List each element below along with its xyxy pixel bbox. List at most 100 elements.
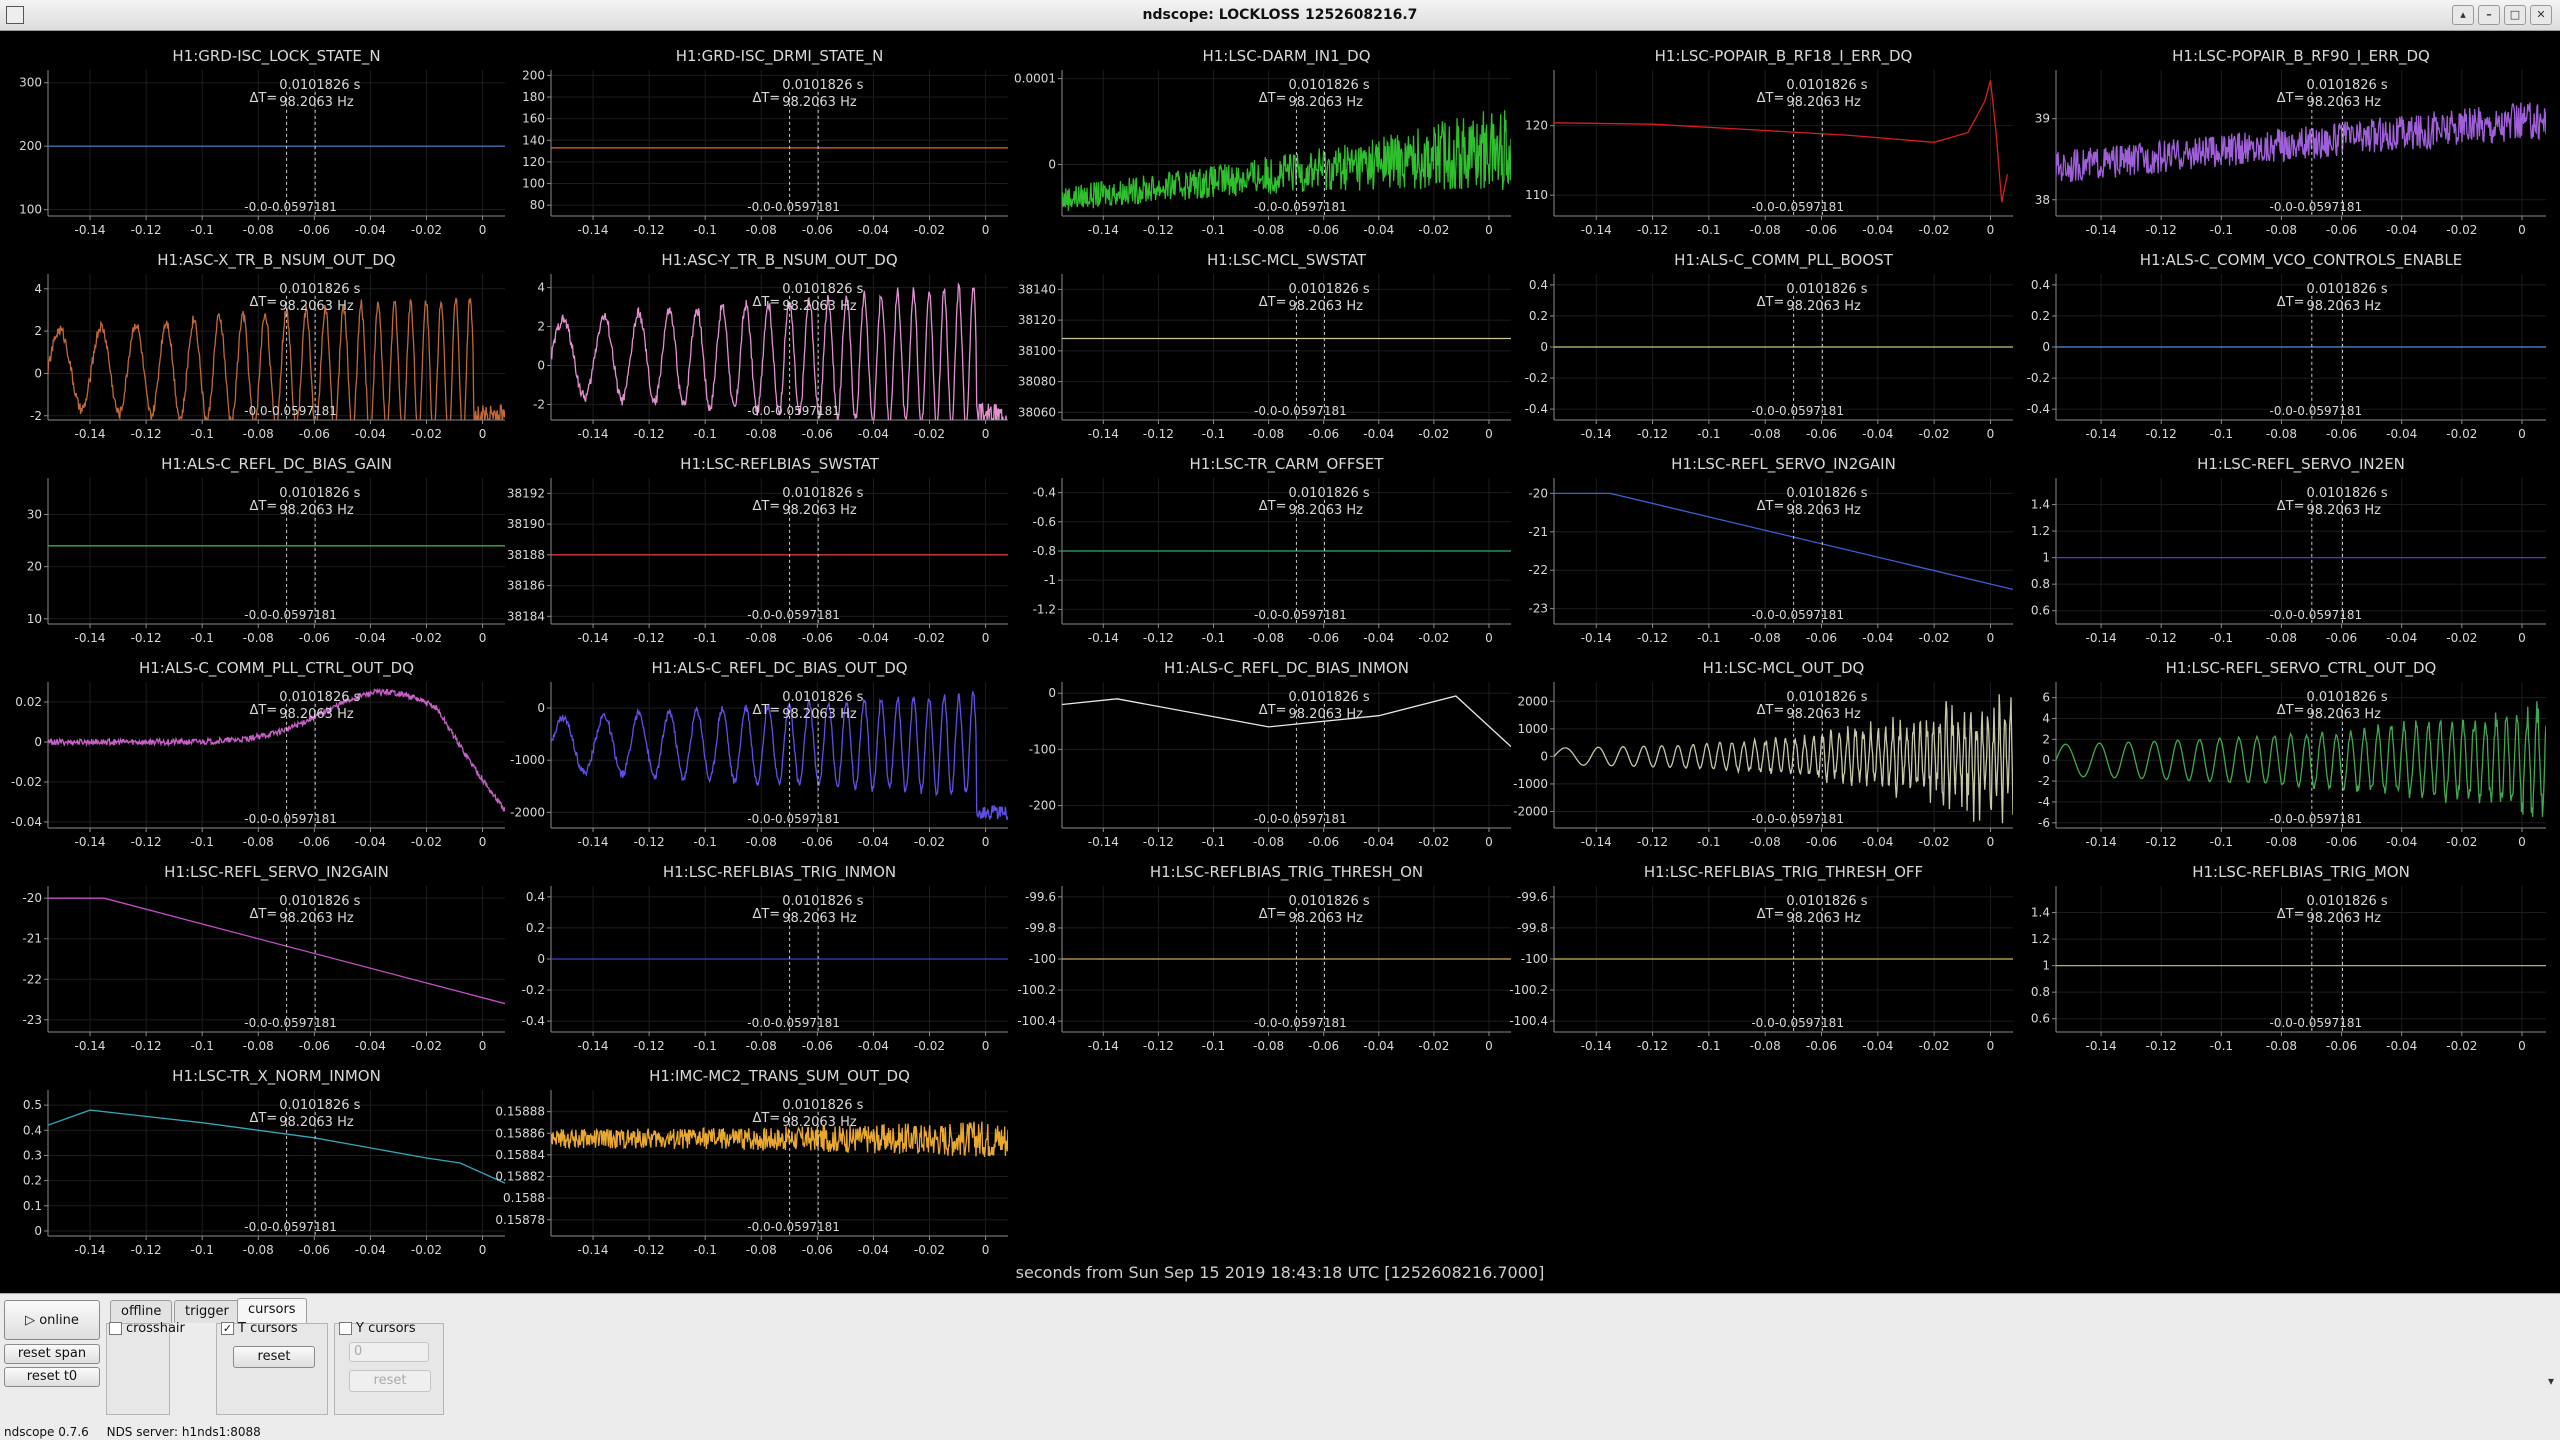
t-cursors-checkbox[interactable]: ✓ T cursors xyxy=(221,1321,298,1336)
x-tick-label: -0.12 xyxy=(634,631,665,645)
plot-panel[interactable]: -0.14 -0.12 -0.1 -0.08 -0.06 -0.04 -0.02 0 300 20… xyxy=(19,47,505,237)
crosshair-check-box[interactable] xyxy=(109,1322,122,1335)
t-cursors-check-box[interactable]: ✓ xyxy=(221,1322,234,1335)
app-icon xyxy=(6,6,24,24)
x-tick-label: -0.1 xyxy=(190,1243,213,1256)
y-tick-label: 0.8 xyxy=(2031,577,2050,591)
x-tick-label: -0.02 xyxy=(1919,427,1950,441)
plot-panel[interactable]: -0.14 -0.12 -0.1 -0.08 -0.06 -0.04 -0.02 0 0.4 0.… xyxy=(2027,251,2546,441)
tab-offline[interactable]: offline xyxy=(110,1300,173,1323)
shade-window-button[interactable]: ▴ xyxy=(2452,5,2474,25)
close-window-button[interactable]: ✕ xyxy=(2530,5,2552,25)
x-tick-label: -0.14 xyxy=(1088,427,1119,441)
y-tick-label: -99.8 xyxy=(1025,921,1056,935)
frequency-value: 98.2063 Hz xyxy=(2306,911,2381,926)
y-tick-label: -2 xyxy=(30,409,42,423)
plot-panel[interactable]: -0.14 -0.12 -0.1 -0.08 -0.06 -0.04 -0.02 0 1.4 1.… xyxy=(2031,455,2546,645)
x-tick-label: -0.1 xyxy=(693,1039,716,1053)
x-tick-label: -0.08 xyxy=(1750,631,1781,645)
y-tick-label: -0.4 xyxy=(1033,486,1056,500)
plot-panel[interactable]: -0.14 -0.12 -0.1 -0.08 -0.06 -0.04 -0.02 0 0.4 0.… xyxy=(1525,251,2013,441)
window-titlebar[interactable]: ndscope: LOCKLOSS 1252608216.7 ▴ – □ ✕ xyxy=(0,0,2560,31)
x-tick-label: -0.1 xyxy=(1202,631,1225,645)
y-tick-label: 4 xyxy=(537,281,545,295)
cursor-times-readout: -0.0-0.0597181 xyxy=(747,812,840,826)
plot-panel[interactable]: -0.14 -0.12 -0.1 -0.08 -0.06 -0.04 -0.02 0 -99.6… xyxy=(1509,863,2013,1053)
plot-panel[interactable]: -0.14 -0.12 -0.1 -0.08 -0.06 -0.04 -0.02 0 0.000… xyxy=(1014,47,1511,237)
reset-t0-button[interactable]: reset t0 xyxy=(4,1367,100,1387)
t-cursors-reset-button[interactable]: reset xyxy=(233,1346,315,1368)
plot-panel[interactable]: -0.14 -0.12 -0.1 -0.08 -0.06 -0.04 -0.02 0 0.02 0… xyxy=(11,659,505,849)
x-tick-label: -0.06 xyxy=(299,631,330,645)
x-tick-label: -0.14 xyxy=(1088,1039,1119,1053)
y-tick-label: 160 xyxy=(522,112,545,126)
x-tick-label: -0.14 xyxy=(578,223,609,237)
plot-panel[interactable]: -0.14 -0.12 -0.1 -0.08 -0.06 -0.04 -0.02 0 38140… xyxy=(1018,251,1511,441)
plot-panel[interactable]: -0.14 -0.12 -0.1 -0.08 -0.06 -0.04 -0.02 0 200 18… xyxy=(522,47,1008,237)
x-tick-label: 0 xyxy=(1485,223,1493,237)
delta-t-label: ΔT= xyxy=(1757,703,1785,718)
plot-panel[interactable]: -0.14 -0.12 -0.1 -0.08 -0.06 -0.04 -0.02 0 30 20 1… xyxy=(27,455,505,645)
plot-panel[interactable]: -0.14 -0.12 -0.1 -0.08 -0.06 -0.04 -0.02 0 39 38 H… xyxy=(2035,47,2546,237)
delta-t-value: 0.0101826 s xyxy=(1786,486,1867,501)
tab-trigger[interactable]: trigger xyxy=(174,1300,240,1323)
plot-panel[interactable]: -0.14 -0.12 -0.1 -0.08 -0.06 -0.04 -0.02 0 1.4 1.… xyxy=(2031,863,2546,1053)
plot-grid[interactable]: -0.14 -0.12 -0.1 -0.08 -0.06 -0.04 -0.02 030020… xyxy=(0,31,2560,1256)
plot-panel[interactable]: -0.14 -0.12 -0.1 -0.08 -0.06 -0.04 -0.02 0 0.4 0.… xyxy=(522,863,1008,1053)
minimize-window-button[interactable]: – xyxy=(2478,5,2500,25)
online-button[interactable]: ▷ online xyxy=(4,1300,100,1340)
x-tick-label: 0 xyxy=(479,1039,487,1053)
x-tick-label: -0.08 xyxy=(2266,427,2297,441)
plot-panel[interactable]: -0.14 -0.12 -0.1 -0.08 -0.06 -0.04 -0.02 0 120 11… xyxy=(1525,47,2013,237)
plot-panel[interactable]: -0.14 -0.12 -0.1 -0.08 -0.06 -0.04 -0.02 0 4 2 0 -2… xyxy=(30,251,505,443)
plot-panel[interactable]: -0.14 -0.12 -0.1 -0.08 -0.06 -0.04 -0.02 0 0.5 0.… xyxy=(23,1067,505,1256)
x-tick-label: -0.06 xyxy=(2326,427,2357,441)
frequency-value: 98.2063 Hz xyxy=(279,503,354,518)
crosshair-checkbox[interactable]: crosshair xyxy=(109,1321,185,1336)
x-tick-label: -0.14 xyxy=(2086,631,2117,645)
plot-panel[interactable]: -0.14 -0.12 -0.1 -0.08 -0.06 -0.04 -0.02 0 -20 -2… xyxy=(1528,455,2013,645)
y-cursors-reset-button[interactable]: reset xyxy=(349,1370,431,1392)
delta-t-label: ΔT= xyxy=(1259,907,1287,922)
reset-span-button[interactable]: reset span xyxy=(4,1344,100,1364)
plot-panel[interactable]: -0.14 -0.12 -0.1 -0.08 -0.06 -0.04 -0.02 0 -20 -2… xyxy=(22,863,505,1053)
status-bar: ndscope 0.7.6 NDS server: h1nds1:8088 xyxy=(0,1424,2560,1440)
plot-panel[interactable]: -0.14 -0.12 -0.1 -0.08 -0.06 -0.04 -0.02 0 4 2 0 -2… xyxy=(533,251,1008,441)
y-cursor-select[interactable]: 0 xyxy=(349,1342,429,1362)
x-tick-label: -0.04 xyxy=(1363,835,1394,849)
plot-panel[interactable]: -0.14 -0.12 -0.1 -0.08 -0.06 -0.04 -0.02 0 0 -100… xyxy=(510,659,1008,849)
plot-title: H1:LSC-REFL_SERVO_CTRL_OUT_DQ xyxy=(2166,659,2437,678)
cursor-times-readout: -0.0-0.0597181 xyxy=(1254,608,1347,622)
x-tick-label: -0.14 xyxy=(75,835,106,849)
x-tick-label: -0.12 xyxy=(131,427,162,441)
y-cursors-checkbox[interactable]: Y cursors xyxy=(339,1321,416,1336)
plot-panel[interactable]: -0.14 -0.12 -0.1 -0.08 -0.06 -0.04 -0.02 0 0 -100… xyxy=(1029,659,1511,849)
maximize-window-button[interactable]: □ xyxy=(2504,5,2526,25)
plot-area[interactable]: -0.14 -0.12 -0.1 -0.08 -0.06 -0.04 -0.02 0 300 20… xyxy=(0,31,2560,1293)
cursor-times-readout: -0.0-0.0597181 xyxy=(244,1016,337,1030)
y-cursors-check-box[interactable] xyxy=(339,1322,352,1335)
delta-t-value: 0.0101826 s xyxy=(1786,78,1867,93)
y-tick-label: 0.15878 xyxy=(495,1213,545,1227)
x-tick-label: -0.08 xyxy=(1253,631,1284,645)
x-tick-label: -0.08 xyxy=(746,223,777,237)
plot-panel[interactable]: -0.14 -0.12 -0.1 -0.08 -0.06 -0.04 -0.02 0 0.158… xyxy=(495,1067,1008,1256)
x-tick-label: 0 xyxy=(1987,631,1995,645)
y-tick-label: 0.2 xyxy=(1529,309,1548,323)
delta-t-value: 0.0101826 s xyxy=(279,1098,360,1113)
y-tick-label: -22 xyxy=(22,972,42,986)
plot-panel[interactable]: -0.14 -0.12 -0.1 -0.08 -0.06 -0.04 -0.02 0 6 4 2 0 -… xyxy=(2038,659,2546,849)
plot-panel[interactable]: -0.14 -0.12 -0.1 -0.08 -0.06 -0.04 -0.02 0 38192… xyxy=(507,455,1008,645)
plot-title: H1:LSC-MCL_OUT_DQ xyxy=(1703,659,1865,678)
x-tick-label: -0.14 xyxy=(578,631,609,645)
y-tick-label: 100 xyxy=(19,203,42,217)
cursor-times-readout: -0.0-0.0597181 xyxy=(244,404,337,418)
delta-t-label: ΔT= xyxy=(249,1111,277,1126)
collapse-arrow-icon[interactable]: ▾ xyxy=(2548,1374,2554,1388)
plot-panel[interactable]: -0.14 -0.12 -0.1 -0.08 -0.06 -0.04 -0.02 0 -99.6… xyxy=(1017,863,1511,1053)
delta-t-label: ΔT= xyxy=(2277,907,2305,922)
y-tick-label: 38188 xyxy=(507,548,545,562)
plot-panel[interactable]: -0.14 -0.12 -0.1 -0.08 -0.06 -0.04 -0.02 0 -0.4 -… xyxy=(1033,455,1511,645)
plot-panel[interactable]: -0.14 -0.12 -0.1 -0.08 -0.06 -0.04 -0.02 0 2000 1… xyxy=(1513,659,2013,849)
y-tick-label: 0 xyxy=(1540,340,1548,354)
